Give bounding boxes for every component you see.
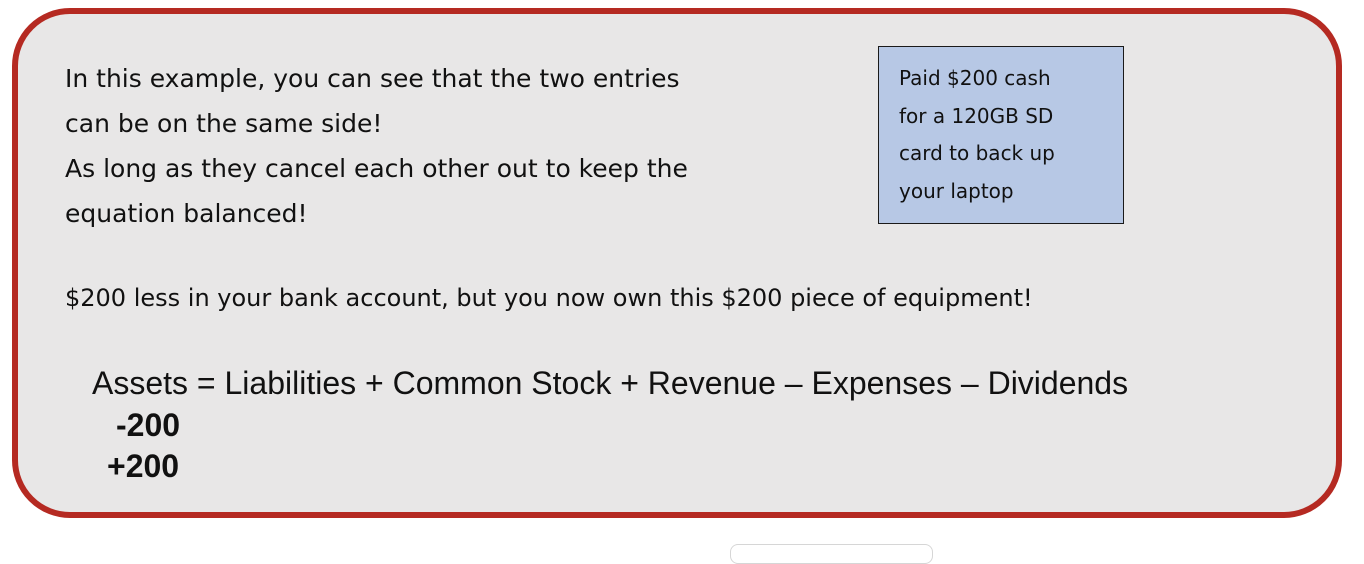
callout-line: Paid $200 cash bbox=[899, 66, 1051, 90]
intro-line: In this example, you can see that the tw… bbox=[65, 64, 680, 93]
intro-paragraph: In this example, you can see that the tw… bbox=[65, 56, 688, 236]
bottom-tab[interactable] bbox=[730, 544, 933, 564]
transaction-callout-box: Paid $200 cash for a 120GB SD card to ba… bbox=[878, 46, 1124, 224]
asset-entry-increase: +200 bbox=[107, 448, 180, 484]
accounting-equation: Assets = Liabilities + Common Stock + Re… bbox=[92, 365, 1129, 401]
callout-line: card to back up bbox=[899, 141, 1055, 165]
intro-line: can be on the same side! bbox=[65, 109, 383, 138]
intro-line: equation balanced! bbox=[65, 199, 308, 228]
intro-line: As long as they cancel each other out to… bbox=[65, 154, 688, 183]
asset-entry-decrease: -200 bbox=[116, 407, 181, 443]
callout-line: for a 120GB SD bbox=[899, 103, 1054, 128]
bank-account-statement: $200 less in your bank account, but you … bbox=[65, 284, 1033, 312]
callout-line: your laptop bbox=[899, 178, 1014, 203]
